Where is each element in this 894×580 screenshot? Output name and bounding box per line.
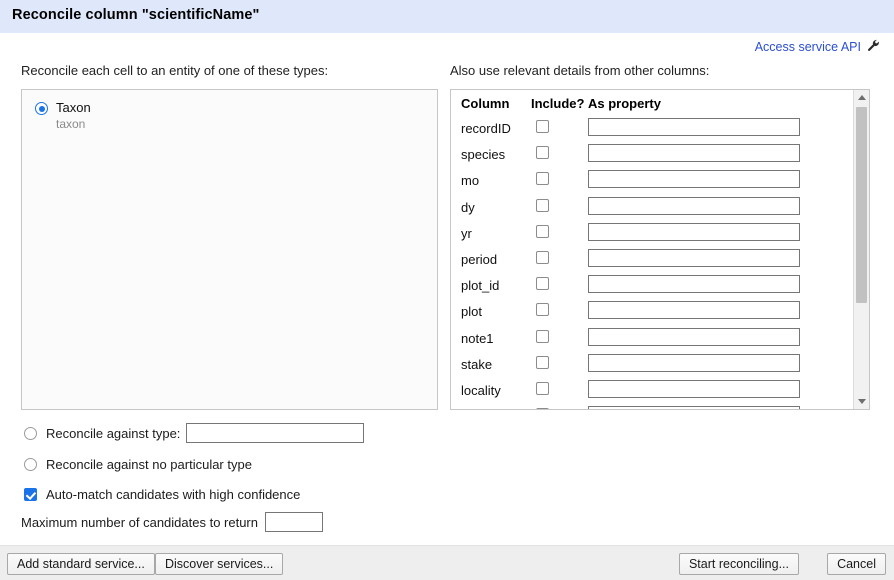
auto-match-label: Auto-match candidates with high confiden… [46,487,300,502]
columns-row-list: recordID species mo dy yr period plot_idplot no… [451,117,854,409]
include-checkbox[interactable] [536,225,549,238]
as-property-input[interactable] [588,328,800,346]
reconcile-no-type-label: Reconcile against no particular type [46,457,252,472]
include-checkbox[interactable] [536,146,549,159]
caret-down-icon[interactable] [854,394,869,409]
as-property-input[interactable] [588,223,800,241]
include-checkbox[interactable] [536,303,549,316]
column-name-cell: stake [461,357,492,372]
table-row: dy [451,196,854,222]
access-service-api-group[interactable]: Access service API [755,39,880,55]
as-property-input[interactable] [588,354,800,372]
reconcile-against-type-input[interactable] [186,423,364,443]
as-property-input[interactable] [588,249,800,267]
include-checkbox[interactable] [536,408,549,409]
as-property-input[interactable] [588,144,800,162]
add-standard-service-button[interactable]: Add standard service... [7,553,155,575]
columns-header-row: Column Include? As property [451,96,854,116]
page-title: Reconcile column "scientificName" [12,7,260,23]
include-checkbox[interactable] [536,251,549,264]
table-row: yr [451,222,854,248]
table-row: note1 [451,327,854,353]
include-checkbox[interactable] [536,330,549,343]
include-checkbox[interactable] [536,120,549,133]
column-header-column: Column [461,96,509,111]
column-name-cell: plot_id [461,278,499,293]
include-checkbox[interactable] [536,277,549,290]
auto-match-row[interactable]: Auto-match candidates with high confiden… [24,487,300,502]
include-checkbox[interactable] [536,199,549,212]
dialog-body: Access service API Reconcile each cell t… [0,33,894,545]
wrench-icon[interactable] [867,39,880,55]
table-row: recordID [451,117,854,143]
as-property-input[interactable] [588,118,800,136]
reconcile-against-type-row[interactable]: Reconcile against type: [24,423,364,443]
details-prompt-label: Also use relevant details from other col… [450,63,709,78]
max-candidates-row[interactable]: Maximum number of candidates to return [21,512,323,532]
table-row: mo [451,169,854,195]
include-checkbox[interactable] [536,382,549,395]
as-property-input[interactable] [588,275,800,293]
type-list-panel[interactable]: Taxon taxon [21,89,438,410]
as-property-input[interactable] [588,197,800,215]
type-option-radio[interactable] [35,102,48,115]
reconcile-against-type-radio[interactable] [24,427,37,440]
reconcile-no-type-radio[interactable] [24,458,37,471]
table-row: locality [451,379,854,405]
type-option-name: Taxon [56,100,91,115]
as-property-input[interactable] [588,301,800,319]
column-name-cell: note1 [461,331,494,346]
column-name-cell: species [461,147,505,162]
table-row: species [451,143,854,169]
table-row: plot_id [451,274,854,300]
column-name-cell: yr [461,226,472,241]
max-candidates-input[interactable] [265,512,323,532]
caret-up-icon[interactable] [854,90,869,105]
column-header-include: Include? [531,96,584,111]
type-option-id: taxon [56,117,85,131]
table-row [451,405,854,409]
as-property-input[interactable] [588,380,800,398]
columns-scroll-area: Column Include? As property recordID spec… [451,90,854,409]
column-name-cell: recordID [461,121,511,136]
columns-scrollbar[interactable] [853,90,869,409]
table-row: plot [451,300,854,326]
types-prompt-label: Reconcile each cell to an entity of one … [21,63,328,78]
cancel-button[interactable]: Cancel [827,553,886,575]
start-reconciling-button[interactable]: Start reconciling... [679,553,799,575]
columns-panel[interactable]: Column Include? As property recordID spec… [450,89,870,410]
auto-match-checkbox[interactable] [24,488,37,501]
reconcile-against-type-label: Reconcile against type: [46,426,180,441]
column-name-cell: mo [461,173,479,188]
column-name-cell: period [461,252,497,267]
table-row: stake [451,353,854,379]
as-property-input[interactable] [588,170,800,188]
column-name-cell: locality [461,383,501,398]
discover-services-button[interactable]: Discover services... [155,553,283,575]
column-name-cell: dy [461,200,475,215]
dialog-footer: Add standard service... Discover service… [0,545,894,580]
include-checkbox[interactable] [536,172,549,185]
dialog-title-bar: Reconcile column "scientificName" [0,0,894,33]
max-candidates-label: Maximum number of candidates to return [21,515,258,530]
reconcile-no-type-row[interactable]: Reconcile against no particular type [24,457,252,472]
as-property-input[interactable] [588,406,800,409]
include-checkbox[interactable] [536,356,549,369]
access-service-api-link[interactable]: Access service API [755,40,861,54]
type-option-taxon[interactable]: Taxon taxon [35,100,91,133]
column-header-as-property: As property [588,96,661,111]
table-row: period [451,248,854,274]
scrollbar-thumb[interactable] [856,107,867,303]
column-name-cell: plot [461,304,482,319]
